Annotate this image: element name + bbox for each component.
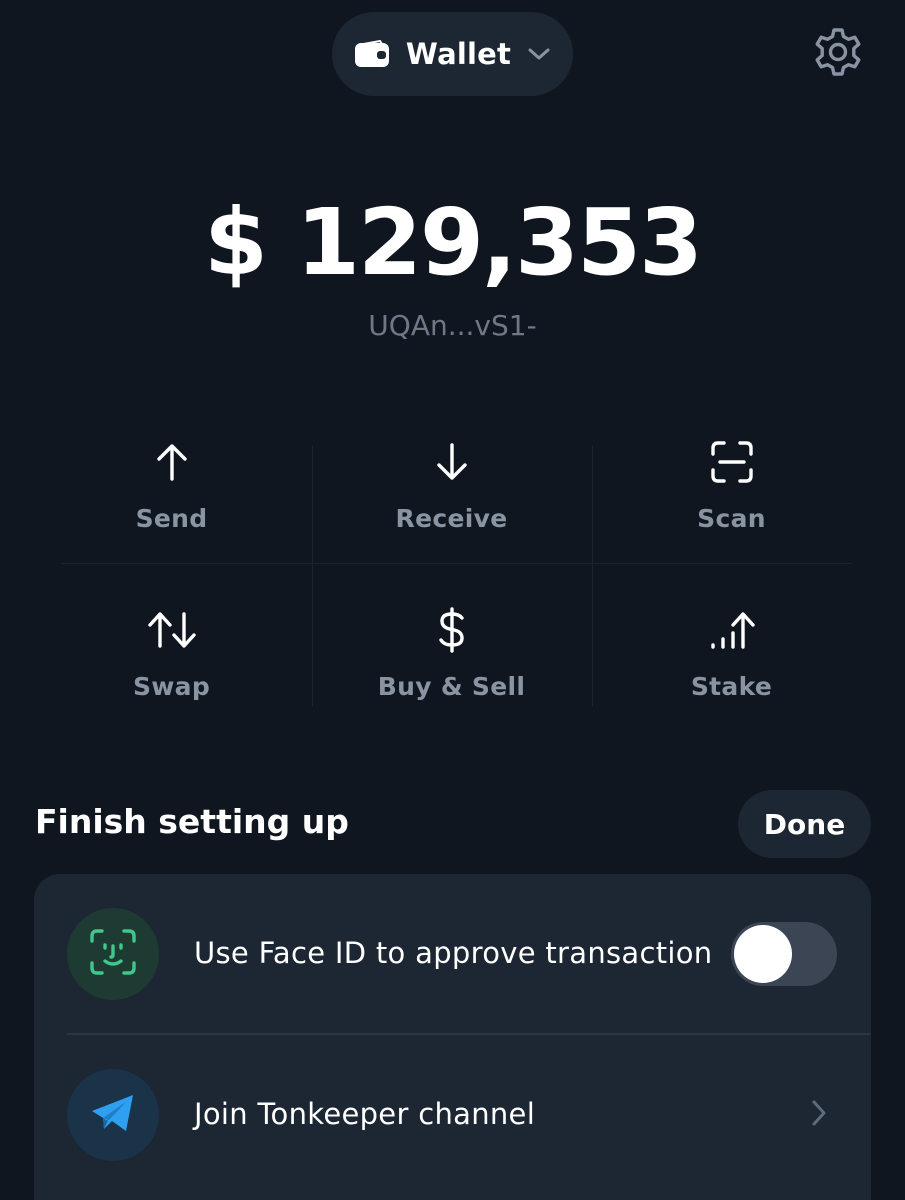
swap-icon <box>146 600 198 660</box>
scan-icon <box>710 432 754 492</box>
send-button[interactable]: Send <box>32 416 311 576</box>
setup-card: Use Face ID to approve transaction Join … <box>34 874 871 1200</box>
scan-button[interactable]: Scan <box>592 416 871 576</box>
action-grid: Send Receive Scan Swap Buy & Sell Stake <box>32 416 870 736</box>
stake-label: Stake <box>690 672 773 701</box>
swap-label: Swap <box>132 672 211 701</box>
receive-button[interactable]: Receive <box>312 416 591 576</box>
chevron-right-icon <box>811 1099 827 1131</box>
swap-button[interactable]: Swap <box>32 584 311 744</box>
setup-section-title: Finish setting up <box>35 802 349 841</box>
dollar-icon <box>437 600 467 660</box>
face-id-text: Use Face ID to approve transaction <box>194 936 713 970</box>
gear-icon <box>812 26 864 82</box>
scan-label: Scan <box>697 504 766 533</box>
face-id-row[interactable]: Use Face ID to approve transaction <box>34 874 871 1034</box>
buy-sell-label: Buy & Sell <box>377 672 526 701</box>
face-id-badge <box>67 908 159 1000</box>
telegram-badge <box>67 1069 159 1161</box>
wallet-selector-label: Wallet <box>405 37 512 71</box>
wallet-selector-button[interactable]: Wallet <box>332 12 573 96</box>
wallet-address[interactable]: UQAn...vS1- <box>0 306 905 346</box>
wallet-home-screen: Wallet $ 129,353 UQAn...vS1- Send Receiv… <box>0 0 905 1200</box>
channel-text: Join Tonkeeper channel <box>194 1097 536 1131</box>
stake-button[interactable]: Stake <box>592 584 871 744</box>
buy-sell-button[interactable]: Buy & Sell <box>312 584 591 744</box>
settings-button[interactable] <box>810 26 866 82</box>
face-id-toggle[interactable] <box>731 922 837 986</box>
done-button[interactable]: Done <box>738 790 871 858</box>
send-label: Send <box>135 504 208 533</box>
chevron-down-icon <box>527 47 551 61</box>
stake-icon <box>708 600 756 660</box>
balance-amount: $ 129,353 <box>203 189 703 296</box>
toggle-knob <box>734 925 792 983</box>
arrow-down-icon <box>434 432 470 492</box>
arrow-up-icon <box>154 432 190 492</box>
tonkeeper-channel-row[interactable]: Join Tonkeeper channel <box>34 1035 871 1195</box>
wallet-icon <box>354 40 390 68</box>
telegram-icon <box>89 1092 137 1138</box>
receive-label: Receive <box>395 504 508 533</box>
face-id-icon <box>89 928 137 980</box>
